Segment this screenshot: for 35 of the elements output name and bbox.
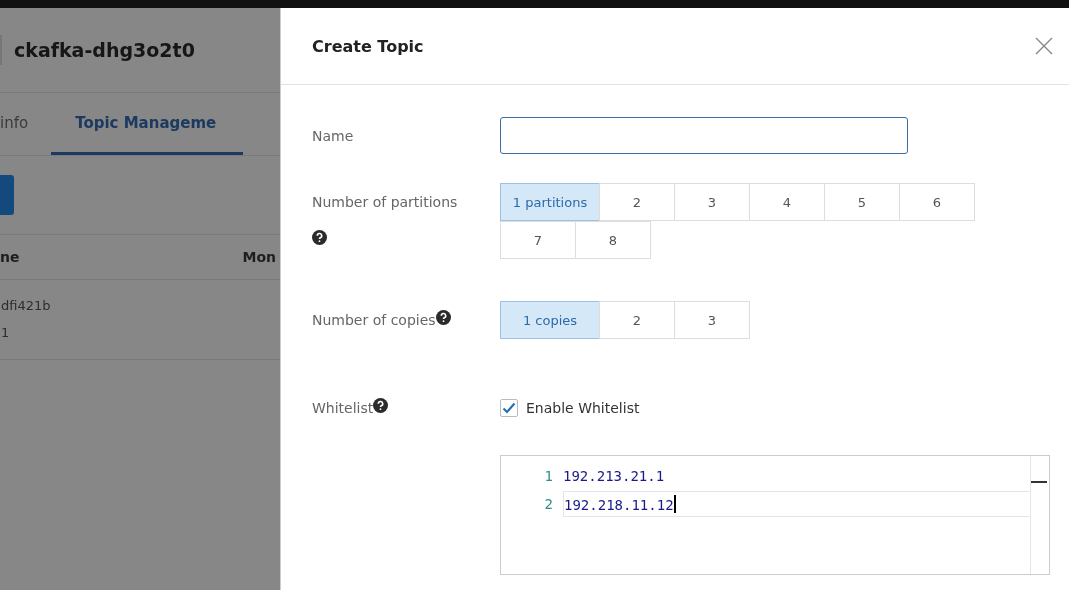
help-icon[interactable]	[312, 230, 327, 245]
line-number: 2	[543, 496, 554, 512]
option-button[interactable]: 2	[599, 301, 675, 339]
page-title: ckafka-dhg3o2t0	[14, 39, 195, 61]
close-icon[interactable]	[1035, 37, 1053, 55]
option-button[interactable]: 6	[899, 183, 975, 221]
field-label: Number of copies	[312, 312, 436, 328]
option-button[interactable]: 3	[674, 183, 750, 221]
option-button[interactable]: 7	[500, 221, 576, 259]
field-label: Whitelist	[312, 400, 374, 416]
option-button[interactable]: 8	[575, 221, 651, 259]
help-icon[interactable]	[373, 398, 389, 413]
text-cursor	[673, 495, 676, 513]
column-header: Mon	[242, 249, 276, 265]
scrollbar[interactable]	[1030, 456, 1049, 574]
checkbox[interactable]	[500, 399, 518, 417]
field-label: Name	[312, 127, 355, 146]
option-button[interactable]: 1 partitions	[500, 183, 600, 221]
column-header: ne	[0, 249, 20, 265]
option-button[interactable]: 5	[824, 183, 900, 221]
field-label: Number of partitions	[312, 194, 458, 210]
option-button[interactable]: 3	[674, 301, 750, 339]
help-icon[interactable]	[435, 310, 451, 325]
code-line: 192.218.11.12	[564, 497, 674, 513]
name-input-field[interactable]	[500, 117, 908, 154]
option-button[interactable]: 1 copies	[500, 301, 600, 339]
table-cell-text: dfi421b	[1, 297, 52, 315]
option-button[interactable]: 2	[599, 183, 675, 221]
checkbox-label[interactable]: Enable Whitelist	[526, 400, 640, 416]
drawer-title: Create Topic	[312, 36, 424, 56]
option-button[interactable]: 4	[749, 183, 825, 221]
table-cell-text: 1	[1, 324, 11, 342]
code-line: 192.213.21.1	[563, 468, 665, 484]
line-number: 1	[543, 468, 554, 484]
whitelist-editor[interactable]: 1 192.213.21.1 2 192.218.11.12	[500, 455, 1050, 575]
